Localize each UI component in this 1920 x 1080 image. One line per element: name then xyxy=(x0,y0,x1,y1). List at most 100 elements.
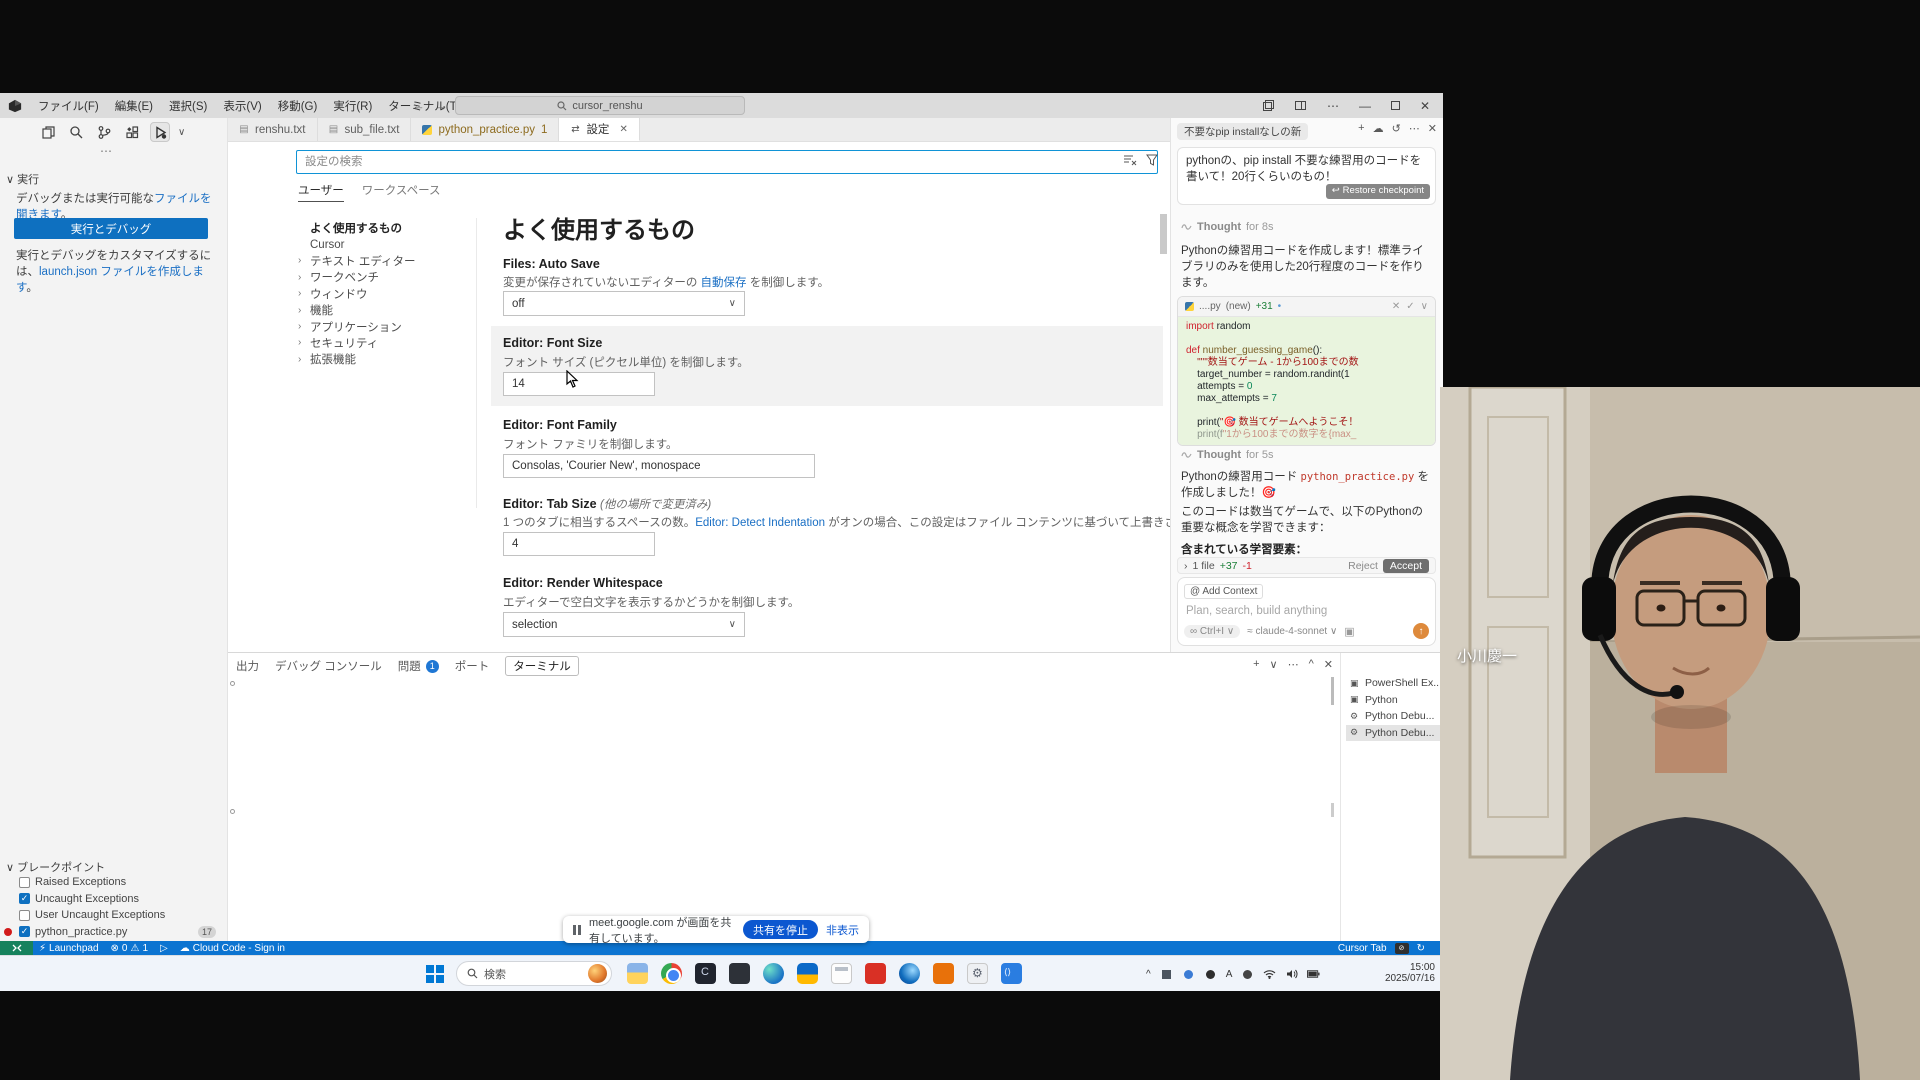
stop-sharing-button[interactable]: 共有を停止 xyxy=(743,920,818,939)
terminal-profile-row[interactable]: Python Debu... xyxy=(1346,725,1442,742)
menu-item[interactable]: 選択(S) xyxy=(163,96,213,116)
pause-share-icon[interactable] xyxy=(573,925,581,935)
panel-tab[interactable]: ポート xyxy=(455,658,490,674)
speaker-icon[interactable] xyxy=(1285,968,1298,981)
breakpoint-row[interactable]: Uncaught Exceptions xyxy=(0,891,228,908)
thought-row-1[interactable]: Thoughtfor 8s xyxy=(1181,221,1274,233)
expand-icon[interactable]: ∨ xyxy=(1421,301,1428,312)
terminal-profile-row[interactable]: Python Debu... xyxy=(1346,708,1442,725)
search-icon[interactable] xyxy=(66,122,86,142)
hide-button[interactable]: 非表示 xyxy=(826,922,859,938)
launchpad-item[interactable]: ⚡ Launchpad xyxy=(39,943,99,954)
close-icon[interactable]: ✕ xyxy=(1420,99,1430,113)
run-and-debug-button[interactable]: 実行とデバッグ xyxy=(14,218,208,239)
debug-item[interactable]: ▷ xyxy=(160,943,168,954)
tab-user[interactable]: ユーザー xyxy=(298,182,344,202)
accept-button[interactable]: Accept xyxy=(1383,559,1429,573)
tray-icon[interactable] xyxy=(1241,968,1254,981)
panel-action-icon[interactable]: ✕ xyxy=(1324,658,1333,671)
breakpoint-checkbox[interactable] xyxy=(19,877,30,888)
restore-checkpoint-button[interactable]: ↩ Restore checkpoint xyxy=(1326,184,1430,199)
refresh-icon[interactable]: ↻ xyxy=(1417,943,1425,954)
taskbar-app-icon[interactable] xyxy=(865,963,886,984)
tab-size-input[interactable]: 4 xyxy=(503,532,655,556)
editor-tab[interactable]: python_practice.py 1 xyxy=(411,118,559,141)
menu-item[interactable]: ファイル(F) xyxy=(32,96,105,116)
attach-image-icon[interactable]: ▣ xyxy=(1344,625,1354,638)
source-control-icon[interactable] xyxy=(94,122,114,142)
breakpoint-checkbox[interactable] xyxy=(19,893,30,904)
terminal-scrollbar[interactable] xyxy=(1331,677,1334,705)
taskbar-app-icon[interactable] xyxy=(729,963,750,984)
model-selector[interactable]: ≈ claude-4-sonnet ∨ xyxy=(1247,626,1337,637)
breakpoints-header[interactable]: ∨ ブレークポイント xyxy=(0,859,228,874)
panel-action-icon[interactable]: + xyxy=(1253,658,1259,671)
settings-tree-item[interactable]: › テキスト エディター xyxy=(286,253,466,269)
clear-filters-icon[interactable] xyxy=(1124,154,1137,166)
run-section-header[interactable]: ∨ 実行 xyxy=(6,171,39,187)
terminal-scrollbar-2[interactable] xyxy=(1331,803,1334,817)
taskbar-app-icon[interactable] xyxy=(831,963,852,984)
taskbar-clock[interactable]: 15:00 2025/07/16 xyxy=(1385,962,1435,984)
expand-files-icon[interactable]: › xyxy=(1184,560,1188,572)
run-debug-icon[interactable] xyxy=(150,122,170,142)
auto-save-select[interactable]: off∨ xyxy=(503,291,745,316)
chat-header-icon[interactable]: ☁ xyxy=(1373,122,1384,135)
toggle-panel-icon[interactable] xyxy=(1294,99,1307,112)
start-button[interactable] xyxy=(426,965,444,983)
customize-layout-icon[interactable] xyxy=(1261,99,1274,112)
panel-action-icon[interactable]: ^ xyxy=(1309,658,1314,671)
panel-action-icon[interactable]: ∨ xyxy=(1270,658,1278,671)
create-launch-json-link[interactable]: launch.json ファイルを作成します xyxy=(16,266,204,294)
font-family-input[interactable]: Consolas, 'Courier New', monospace xyxy=(503,454,815,478)
ime-indicator[interactable]: A xyxy=(1226,969,1233,980)
panel-tab[interactable]: 出力 xyxy=(236,658,259,674)
chevron-down-icon[interactable]: ∨ xyxy=(178,127,185,138)
tray-icon[interactable] xyxy=(1204,968,1217,981)
menu-item[interactable]: 移動(G) xyxy=(272,96,324,116)
cursor-tab-item[interactable]: Cursor Tab xyxy=(1338,943,1387,954)
panel-tab[interactable]: 問題 1 xyxy=(398,658,439,674)
menu-item[interactable]: 実行(R) xyxy=(327,96,378,116)
taskbar-app-icon[interactable] xyxy=(763,963,784,984)
code-block-body[interactable]: import randomdef number_guessing_game():… xyxy=(1178,317,1435,445)
breakpoint-row[interactable]: Raised Exceptions xyxy=(0,874,228,891)
menu-item[interactable]: 表示(V) xyxy=(217,96,267,116)
wifi-icon[interactable] xyxy=(1263,968,1276,981)
terminal-profile-row[interactable]: Python xyxy=(1346,692,1442,709)
settings-tree-item[interactable]: › セキュリティ xyxy=(286,335,466,351)
render-whitespace-select[interactable]: selection∨ xyxy=(503,612,745,637)
cloud-code-item[interactable]: ☁ Cloud Code - Sign in xyxy=(180,943,285,954)
back-icon[interactable]: ← xyxy=(412,98,425,113)
code-file-name[interactable]: ....py xyxy=(1199,301,1221,312)
taskbar-app-icon[interactable] xyxy=(695,963,716,984)
workspace-search[interactable]: cursor_renshu xyxy=(455,96,745,115)
taskbar-app-icon[interactable] xyxy=(797,963,818,984)
tab-workspace[interactable]: ワークスペース xyxy=(362,182,441,202)
thought-row-2[interactable]: Thoughtfor 5s xyxy=(1181,449,1274,461)
forward-icon[interactable]: → xyxy=(435,98,448,113)
breakpoint-checkbox[interactable] xyxy=(19,926,30,937)
terminal-profile-row[interactable]: PowerShell Ex... xyxy=(1346,675,1442,692)
taskbar-app-icon[interactable] xyxy=(967,963,988,984)
settings-tree-item[interactable]: › ウィンドウ xyxy=(286,286,466,302)
send-button[interactable]: ↑ xyxy=(1413,623,1429,639)
auto-save-link[interactable]: 自動保存 xyxy=(701,277,747,289)
panel-action-icon[interactable]: ⋯ xyxy=(1288,658,1299,671)
chat-tab[interactable]: 不要なpip installなしの新 xyxy=(1177,123,1308,140)
add-context-chip[interactable]: @ Add Context xyxy=(1184,584,1263,599)
settings-tree-item[interactable]: › アプリケーション xyxy=(286,318,466,334)
remote-indicator[interactable] xyxy=(0,941,33,955)
mode-chip[interactable]: ∞ Ctrl+I ∨ xyxy=(1184,625,1240,638)
tray-icon[interactable] xyxy=(1160,968,1173,981)
extensions-icon[interactable] xyxy=(122,122,142,142)
settings-search-input[interactable] xyxy=(296,150,1158,174)
maximize-icon[interactable] xyxy=(1391,101,1400,110)
chat-composer[interactable]: @ Add Context Plan, search, build anythi… xyxy=(1177,577,1436,646)
settings-tree-item[interactable]: › ワークベンチ xyxy=(286,269,466,285)
settings-tree-item[interactable]: Cursor xyxy=(286,236,466,252)
font-size-input[interactable]: 14 xyxy=(503,372,655,396)
reject-button[interactable]: Reject xyxy=(1348,560,1378,572)
notifications-muted-icon[interactable]: ⊘ xyxy=(1395,943,1409,954)
settings-tree-item[interactable]: › 機能 xyxy=(286,302,466,318)
